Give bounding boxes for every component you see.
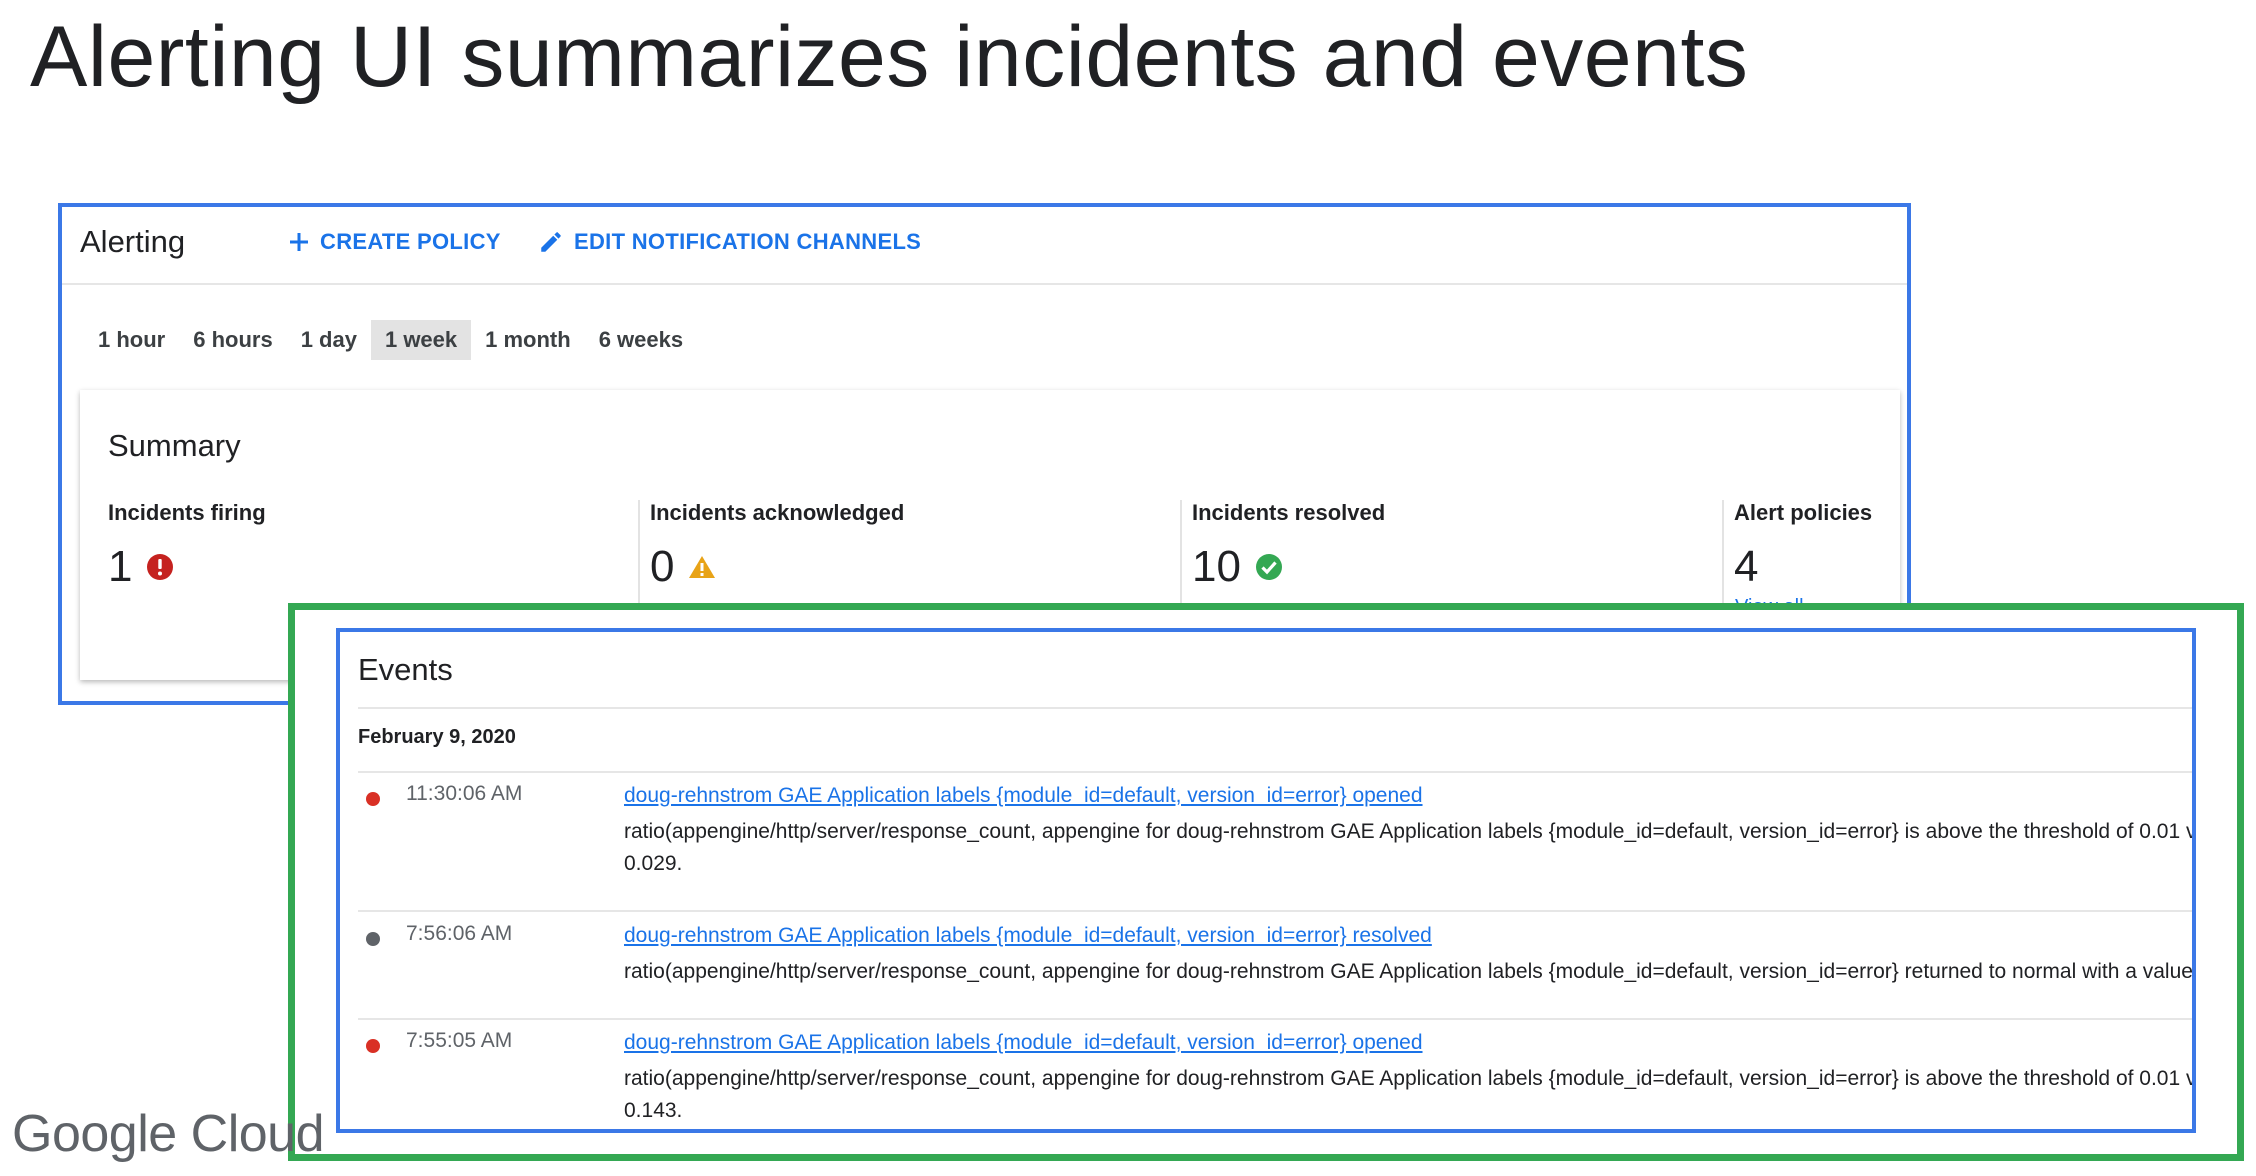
metric-label: Incidents resolved	[1192, 500, 1386, 525]
edit-notification-channels-button[interactable]: EDIT NOTIFICATION CHANNELS	[538, 229, 921, 255]
event-time: 11:30:06 AM	[406, 782, 523, 805]
logo-google-text: Google	[12, 1105, 177, 1163]
warning-icon	[689, 556, 716, 578]
metric-value-row: 0	[650, 542, 1170, 592]
event-time: 7:56:06 AM	[406, 922, 513, 945]
edit-channels-label: EDIT NOTIFICATION CHANNELS	[574, 229, 922, 254]
event-description-line: ratio(appengine/http/server/response_cou…	[624, 960, 2193, 983]
events-date: February 9, 2020	[358, 726, 516, 748]
alerting-header: Alerting CREATE POLICY EDIT NOTIFICATION…	[62, 207, 1907, 285]
metric-value: 0	[650, 542, 675, 591]
time-range-1-day[interactable]: 1 day	[287, 320, 371, 360]
metric-value: 4	[1734, 542, 1759, 591]
event-description: ratio(appengine/http/server/response_cou…	[624, 816, 2196, 880]
time-range-6-weeks[interactable]: 6 weeks	[585, 320, 697, 360]
create-policy-label: CREATE POLICY	[320, 229, 501, 254]
metric-label: Incidents firing	[108, 500, 266, 525]
time-range-selector: 1 hour 6 hours 1 day 1 week 1 month 6 we…	[84, 320, 697, 360]
event-link[interactable]: doug-rehnstrom GAE Application labels {m…	[624, 924, 1432, 948]
alerting-title: Alerting	[80, 224, 186, 259]
slide-title: Alerting UI summarizes incidents and eve…	[30, 9, 1749, 105]
error-icon	[147, 554, 174, 580]
metric-label: Incidents acknowledged	[650, 500, 905, 525]
events-panel: Events February 9, 2020 11:30:06 AM doug…	[336, 628, 2196, 1133]
event-link[interactable]: doug-rehnstrom GAE Application labels {m…	[624, 784, 1423, 808]
event-time: 7:55:05 AM	[406, 1029, 513, 1052]
status-dot-open	[366, 1039, 380, 1053]
metric-value: 10	[1192, 542, 1241, 591]
event-description-line: 0.143.	[624, 1099, 683, 1122]
divider	[358, 771, 2192, 773]
status-dot-resolved	[366, 932, 380, 946]
logo-cloud-text: Cloud	[190, 1105, 325, 1163]
events-title: Events	[358, 652, 453, 687]
time-range-6-hours[interactable]: 6 hours	[179, 320, 286, 360]
metric-value-row: 4	[1734, 542, 2254, 592]
event-description: ratio(appengine/http/server/response_cou…	[624, 1063, 2196, 1127]
metric-label: Alert policies	[1734, 500, 1873, 525]
status-dot-open	[366, 792, 380, 806]
summary-title: Summary	[108, 428, 241, 463]
divider	[358, 910, 2192, 912]
check-circle-icon	[1255, 554, 1282, 580]
divider	[358, 707, 2192, 709]
event-description: ratio(appengine/http/server/response_cou…	[624, 956, 2193, 988]
metric-value-row: 1	[108, 542, 628, 592]
metric-value-row: 10	[1192, 542, 1712, 592]
event-description-line: ratio(appengine/http/server/response_cou…	[624, 820, 2196, 843]
time-range-1-week[interactable]: 1 week	[370, 320, 472, 360]
divider	[358, 1018, 2192, 1020]
create-policy-button[interactable]: CREATE POLICY	[288, 229, 501, 255]
time-range-1-month[interactable]: 1 month	[471, 320, 585, 360]
google-cloud-logo: Google Cloud	[12, 1104, 325, 1164]
event-description-line: ratio(appengine/http/server/response_cou…	[624, 1067, 2196, 1090]
event-description-line: 0.029.	[624, 852, 683, 875]
time-range-1-hour[interactable]: 1 hour	[84, 320, 179, 360]
event-link[interactable]: doug-rehnstrom GAE Application labels {m…	[624, 1031, 1423, 1055]
metric-value: 1	[108, 542, 133, 591]
pencil-icon	[541, 232, 561, 252]
plus-icon	[290, 233, 308, 251]
